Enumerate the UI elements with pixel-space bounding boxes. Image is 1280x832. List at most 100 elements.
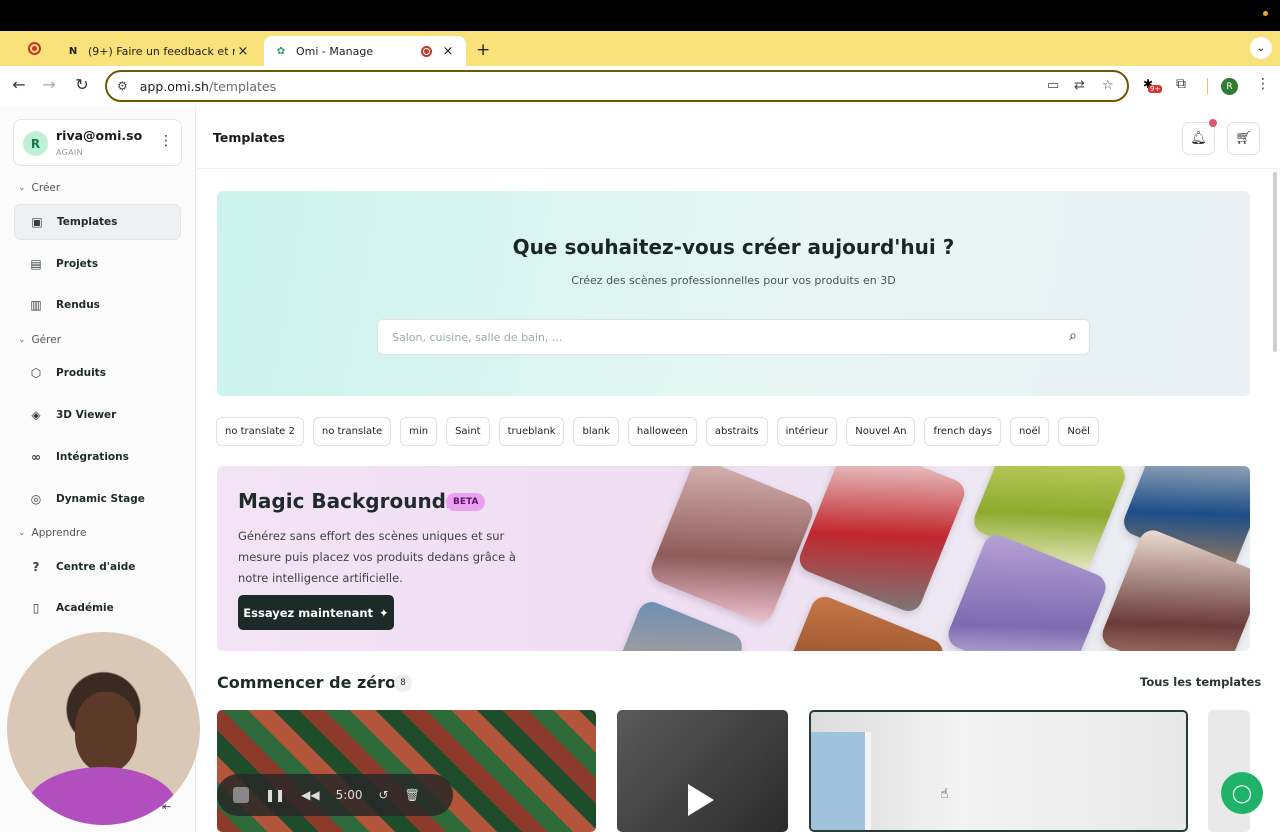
new-tab-button[interactable]: + <box>476 40 490 60</box>
tag-chip[interactable]: french days <box>924 417 1001 446</box>
recording-icon <box>28 42 41 55</box>
notion-icon: N <box>68 45 78 57</box>
camera-icon[interactable]: ▭ <box>1047 78 1059 93</box>
search-icon[interactable]: ⌕ <box>1069 328 1077 344</box>
search-input[interactable]: Salon, cuisine, salle de bain, ... ⌕ <box>377 319 1090 355</box>
gallery-icon: ▤ <box>30 257 42 271</box>
tag-chip[interactable]: no translate <box>312 417 392 446</box>
tag-chip[interactable]: abstraits <box>705 417 768 446</box>
bell-icon: 🔔︎ <box>1190 131 1207 146</box>
cursor-icon: ☝ <box>940 786 949 802</box>
pause-icon[interactable]: ❚❚ <box>265 788 285 802</box>
recording-controls: ❚❚ ◀◀ 5:00 ↺ 🗑︎ <box>217 774 453 816</box>
section-apprendre[interactable]: ⌄ Apprendre <box>18 527 86 539</box>
profile-avatar[interactable]: R <box>1221 78 1238 95</box>
help-icon: ? <box>32 560 40 574</box>
top-bar: Templates 🔔︎ 🛒︎ <box>197 106 1280 169</box>
magic-title: Magic Backgrounds <box>238 489 458 513</box>
tag-chip[interactable]: min <box>400 417 438 446</box>
webcam-overlay <box>7 632 200 825</box>
section-label: Apprendre <box>31 527 87 539</box>
count-badge: 8 <box>394 674 412 692</box>
close-icon[interactable]: × <box>235 44 251 59</box>
template-card[interactable] <box>809 710 1188 832</box>
sidebar-item-label: Académie <box>56 602 114 614</box>
presenter-face <box>75 692 137 772</box>
sidebar-item-dynamic-stage[interactable]: ◎ Dynamic Stage <box>14 481 181 517</box>
extension-badge: 9+ <box>1148 85 1163 93</box>
section-creer[interactable]: ⌄ Créer <box>18 182 60 194</box>
reload-icon[interactable]: ↻ <box>71 75 93 94</box>
stage-icon: ◎ <box>30 492 42 506</box>
address-bar[interactable]: ⚙ app.omi.sh/templates ▭ ⇄ ☆ <box>105 70 1129 102</box>
forward-icon[interactable]: → <box>38 75 60 94</box>
star-icon[interactable]: ☆ <box>1102 78 1114 93</box>
chevron-down-icon: ⌄ <box>18 183 26 193</box>
collapse-sidebar-icon[interactable]: ⇤ <box>162 800 171 813</box>
extension-icon[interactable]: ✱ 9+ <box>1143 77 1163 94</box>
tab-search-button[interactable]: ⌄ <box>1250 37 1272 59</box>
magic-backgrounds-banner: Magic Backgrounds BETA Générez sans effo… <box>217 466 1250 651</box>
tag-chip[interactable]: trueblank <box>498 417 565 446</box>
try-now-button[interactable]: Essayez maintenant ✦ <box>238 595 394 630</box>
sidebar-item-label: Templates <box>57 216 118 228</box>
tag-chip[interactable]: no translate 2 <box>216 417 304 446</box>
sidebar-item-rendus[interactable]: ▥ Rendus <box>14 287 181 323</box>
all-templates-link[interactable]: Tous les templates <box>1140 675 1261 689</box>
rewind-icon[interactable]: ◀◀ <box>301 788 319 802</box>
scene-thumbnail <box>647 466 817 626</box>
tag-chip[interactable]: noël <box>1009 417 1050 446</box>
section-title: Commencer de zéro <box>217 673 397 692</box>
play-icon[interactable] <box>688 784 714 816</box>
tab-title: Omi - Manage <box>296 44 374 58</box>
button-label: Essayez maintenant <box>243 605 374 620</box>
restart-icon[interactable]: ↺ <box>379 788 389 802</box>
sidebar-item-3d-viewer[interactable]: ◈ 3D Viewer <box>14 397 181 433</box>
sidebar-item-produits[interactable]: ⬡ Produits <box>14 355 181 391</box>
scrollbar[interactable] <box>1273 172 1277 352</box>
site-settings-icon[interactable]: ⚙ <box>117 79 128 93</box>
close-icon[interactable]: × <box>440 44 456 59</box>
sidebar-item-label: Centre d'aide <box>56 561 136 573</box>
stop-icon[interactable] <box>233 787 249 803</box>
translate-icon[interactable]: ⇄ <box>1074 78 1085 93</box>
tag-chip[interactable]: Noël <box>1058 417 1099 446</box>
puzzle-icon[interactable]: ⧉ <box>1176 76 1186 92</box>
sidebar-item-academie[interactable]: ▯ Académie <box>14 590 181 626</box>
tag-chip[interactable]: Nouvel An <box>846 417 916 446</box>
notifications-button[interactable]: 🔔︎ <box>1182 119 1217 155</box>
browser-tab-notion[interactable]: N (9+) Faire un feedback et refu × <box>56 36 261 66</box>
images-icon: ▥ <box>30 298 42 312</box>
sidebar-item-label: Dynamic Stage <box>56 493 145 505</box>
sidebar-item-centre-aide[interactable]: ? Centre d'aide <box>14 549 181 585</box>
template-card[interactable] <box>617 710 788 832</box>
trash-icon[interactable]: 🗑︎ <box>405 788 420 802</box>
kebab-menu-icon[interactable]: ⋮ <box>1256 76 1270 92</box>
main-content: Templates 🔔︎ 🛒︎ Que souhaitez-vous créer… <box>197 106 1280 832</box>
cube-icon: ◈ <box>31 408 41 422</box>
user-card[interactable]: R riva@omi.so AGAIN ⋮ <box>13 119 182 166</box>
user-menu-icon[interactable]: ⋮ <box>159 133 173 149</box>
sidebar-item-templates[interactable]: ▣ Templates <box>14 204 181 240</box>
hero-banner: Que souhaitez-vous créer aujourd'hui ? C… <box>217 191 1250 396</box>
tag-chip[interactable]: blank <box>573 417 619 446</box>
sidebar-item-integrations[interactable]: ∞ Intégrations <box>14 439 181 475</box>
omi-icon: ✿ <box>276 45 286 57</box>
image-icon: ▣ <box>31 215 43 229</box>
tag-chip[interactable]: Saint <box>446 417 490 446</box>
back-icon[interactable]: ← <box>8 75 30 94</box>
sparkle-icon: ✦ <box>379 605 389 620</box>
section-gerer[interactable]: ⌄ Gérer <box>18 334 61 346</box>
window-thumbnail <box>811 732 871 830</box>
link-icon: ∞ <box>31 450 41 464</box>
cart-button[interactable]: 🛒︎ <box>1227 122 1260 155</box>
page-title: Templates <box>213 130 285 145</box>
sidebar-item-projets[interactable]: ▤ Projets <box>14 246 181 282</box>
chat-button[interactable]: ◯ <box>1221 772 1263 814</box>
scene-thumbnail <box>795 466 969 616</box>
tag-chip[interactable]: intérieur <box>776 417 838 446</box>
browser-toolbar: ← → ↻ ⚙ app.omi.sh/templates ▭ ⇄ ☆ ✱ 9+ ⧉… <box>0 66 1280 106</box>
browser-tab-bar: N (9+) Faire un feedback et refu × ✿ Omi… <box>0 31 1280 66</box>
browser-tab-omi[interactable]: ✿ Omi - Manage × <box>264 36 466 66</box>
tag-chip[interactable]: halloween <box>627 417 697 446</box>
